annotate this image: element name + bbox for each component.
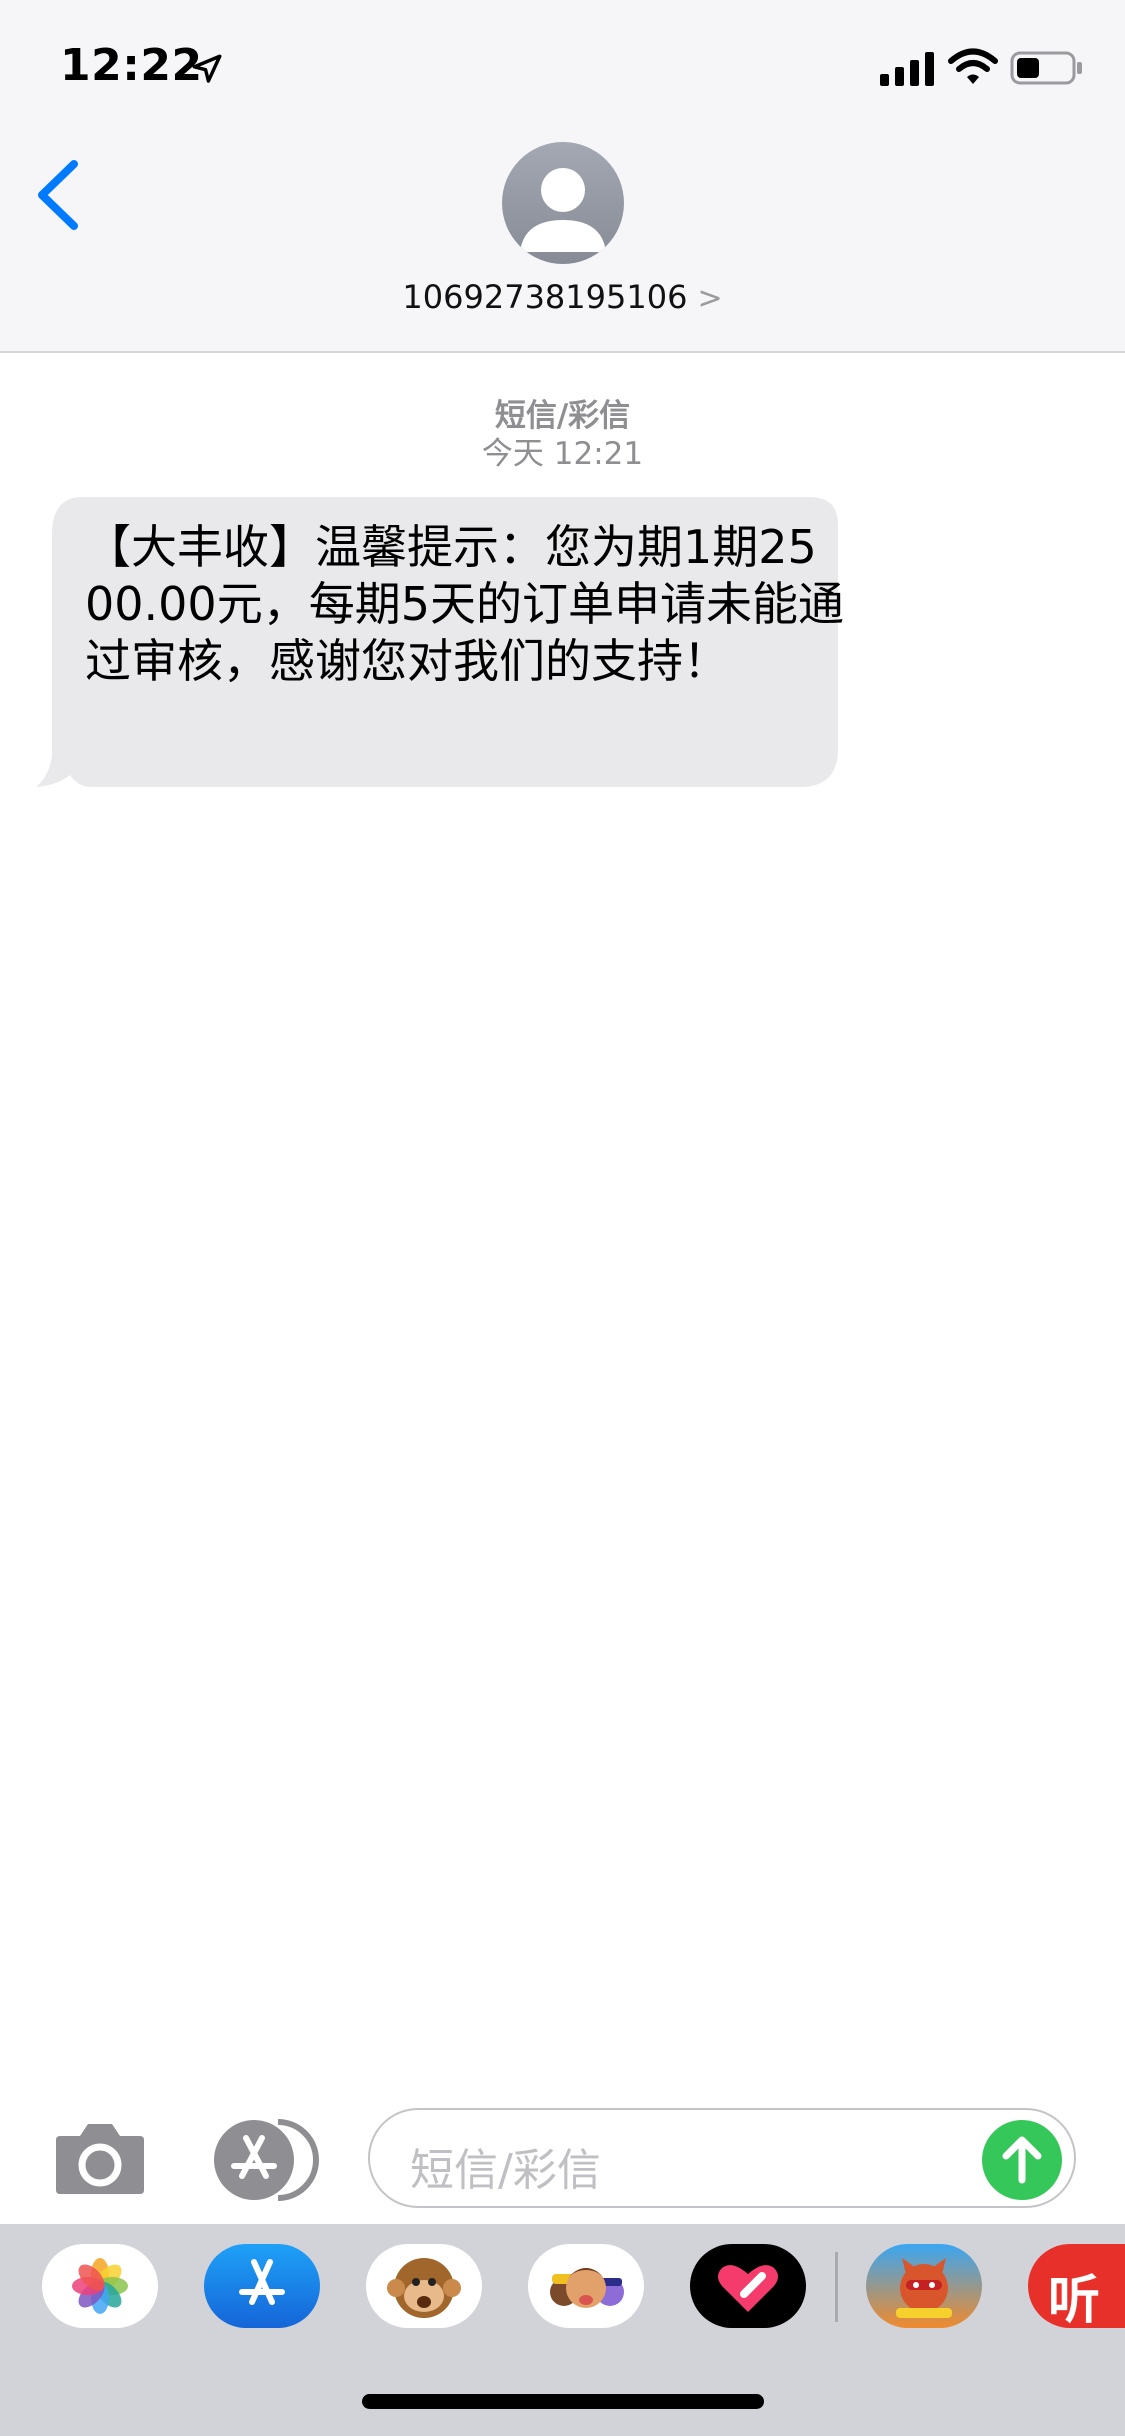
listen-app-label: 听 <box>1048 2271 1101 2328</box>
contact-name-row[interactable]: 10692738195106 > <box>0 278 1125 316</box>
game-icon[interactable] <box>866 2244 982 2328</box>
wifi-icon <box>948 48 998 84</box>
contact-avatar[interactable] <box>502 142 624 264</box>
chevron-right-icon: > <box>697 281 723 316</box>
camera-icon[interactable] <box>52 2122 148 2196</box>
location-arrow-icon <box>192 54 222 83</box>
arrow-up-icon <box>1002 2136 1042 2184</box>
digital-touch-icon[interactable] <box>690 2244 806 2328</box>
message-input-placeholder: 短信/彩信 <box>410 2145 601 2196</box>
cellular-signal-icon <box>880 52 934 86</box>
message-timestamp: 今天 12:21 <box>481 436 644 472</box>
status-time: 12:22 <box>60 40 203 91</box>
app-store-icon[interactable] <box>204 2244 320 2328</box>
messages-screen: 12:22 10692738195106 > 短信/彩信 今天 12:21 【大… <box>0 0 1125 2436</box>
contact-number: 10692738195106 <box>402 278 688 316</box>
drawer-divider <box>835 2252 838 2322</box>
message-input[interactable]: 短信/彩信 <box>368 2108 1076 2208</box>
home-indicator[interactable] <box>362 2394 764 2409</box>
person-icon <box>520 168 606 252</box>
send-button[interactable] <box>982 2120 1062 2200</box>
memoji-icon[interactable] <box>528 2244 644 2328</box>
listen-app-icon[interactable]: 听 <box>1028 2244 1125 2328</box>
photos-icon[interactable] <box>42 2244 158 2328</box>
conversation-header: 12:22 10692738195106 > <box>0 0 1125 353</box>
animoji-icon[interactable] <box>366 2244 482 2328</box>
message-text: 【大丰收】温馨提示：您为期1期2500.00元，每期5天的订单申请未能通过审核，… <box>85 520 844 688</box>
app-store-icon <box>214 2119 319 2201</box>
app-store-drawer-button[interactable] <box>208 2118 320 2202</box>
battery-icon <box>1010 51 1082 85</box>
back-button[interactable] <box>30 150 90 240</box>
incoming-message-bubble[interactable]: 【大丰收】温馨提示：您为期1期2500.00元，每期5天的订单申请未能通过审核，… <box>30 497 850 792</box>
